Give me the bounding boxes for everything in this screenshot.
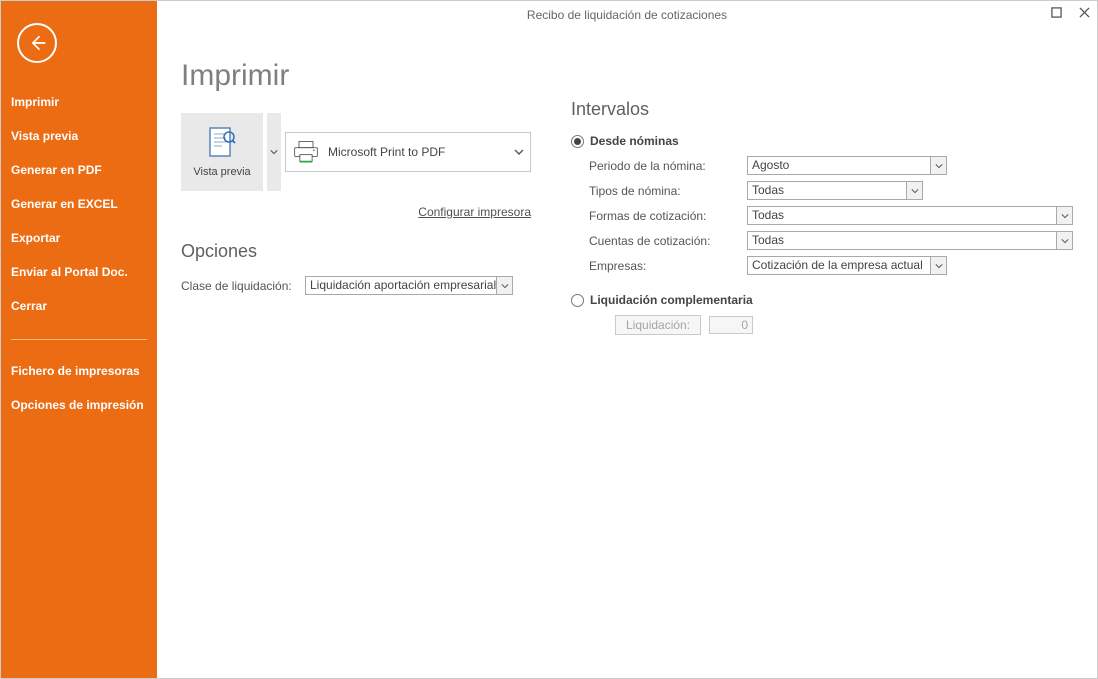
chevron-down-icon [1061,212,1069,220]
vista-previa-button[interactable]: Vista previa [181,113,263,191]
sidebar-item-cerrar[interactable]: Cerrar [1,289,157,323]
tipos-select[interactable]: Todas [747,181,923,200]
sidebar-item-imprimir[interactable]: Imprimir [1,85,157,119]
periodo-label: Periodo de la nómina: [589,159,739,173]
close-icon [1079,7,1090,18]
periodo-select[interactable]: Agosto [747,156,947,175]
document-preview-icon [208,126,236,160]
sidebar-item-generar-pdf[interactable]: Generar en PDF [1,153,157,187]
radio-unchecked-icon [571,294,584,307]
titlebar: Recibo de liquidación de cotizaciones [157,1,1097,29]
cuentas-value: Todas [747,231,1057,250]
formas-select[interactable]: Todas [747,206,1073,225]
sidebar-separator [11,339,147,340]
empresas-value: Cotización de la empresa actual [747,256,931,275]
radio-checked-icon [571,135,584,148]
chevron-down-icon [501,282,509,290]
tipos-label: Tipos de nómina: [589,184,739,198]
sidebar-item-exportar[interactable]: Exportar [1,221,157,255]
sidebar: Imprimir Vista previa Generar en PDF Gen… [1,1,157,678]
chevron-down-icon [1061,237,1069,245]
window-maximize-button[interactable] [1047,3,1065,21]
chevron-down-icon [514,147,524,157]
cuentas-select[interactable]: Todas [747,231,1073,250]
window-close-button[interactable] [1075,3,1093,21]
liquidacion-button: Liquidación: [615,315,701,335]
printer-icon [292,140,320,164]
vista-previa-dropdown[interactable] [267,113,281,191]
periodo-value: Agosto [747,156,931,175]
sidebar-item-enviar-portal[interactable]: Enviar al Portal Doc. [1,255,157,289]
liquidacion-complementaria-radio[interactable]: Liquidación complementaria [571,293,1073,307]
main-area: Recibo de liquidación de cotizaciones Im… [157,1,1097,678]
arrow-left-icon [27,33,47,53]
empresas-label: Empresas: [589,259,739,273]
maximize-icon [1051,7,1062,18]
printer-selector[interactable]: Microsoft Print to PDF [285,132,531,172]
liquidacion-value: 0 [709,316,753,334]
liquidacion-complementaria-label: Liquidación complementaria [590,293,753,307]
tipos-value: Todas [747,181,907,200]
chevron-down-icon [270,148,278,156]
formas-value: Todas [747,206,1057,225]
clase-liquidacion-select[interactable]: Liquidación aportación empresarial s [305,276,513,295]
formas-label: Formas de cotización: [589,209,739,223]
intervalos-heading: Intervalos [571,99,1073,120]
sidebar-item-opciones-impresion[interactable]: Opciones de impresión [1,388,157,422]
sidebar-item-fichero-impresoras[interactable]: Fichero de impresoras [1,354,157,388]
window-title: Recibo de liquidación de cotizaciones [157,8,1097,22]
chevron-down-icon [911,187,919,195]
back-button[interactable] [17,23,57,63]
cuentas-label: Cuentas de cotización: [589,234,739,248]
empresas-select[interactable]: Cotización de la empresa actual [747,256,947,275]
desde-nominas-radio[interactable]: Desde nóminas [571,134,1073,148]
sidebar-item-vista-previa[interactable]: Vista previa [1,119,157,153]
opciones-heading: Opciones [181,241,531,262]
clase-liquidacion-label: Clase de liquidación: [181,279,297,293]
desde-nominas-label: Desde nóminas [590,134,679,148]
printer-name: Microsoft Print to PDF [328,145,506,159]
clase-liquidacion-value: Liquidación aportación empresarial s [305,276,497,295]
chevron-down-icon [935,262,943,270]
configure-printer-link[interactable]: Configurar impresora [418,205,531,219]
vista-previa-label: Vista previa [193,166,250,178]
chevron-down-icon [935,162,943,170]
sidebar-item-generar-excel[interactable]: Generar en EXCEL [1,187,157,221]
page-title: Imprimir [181,59,531,93]
